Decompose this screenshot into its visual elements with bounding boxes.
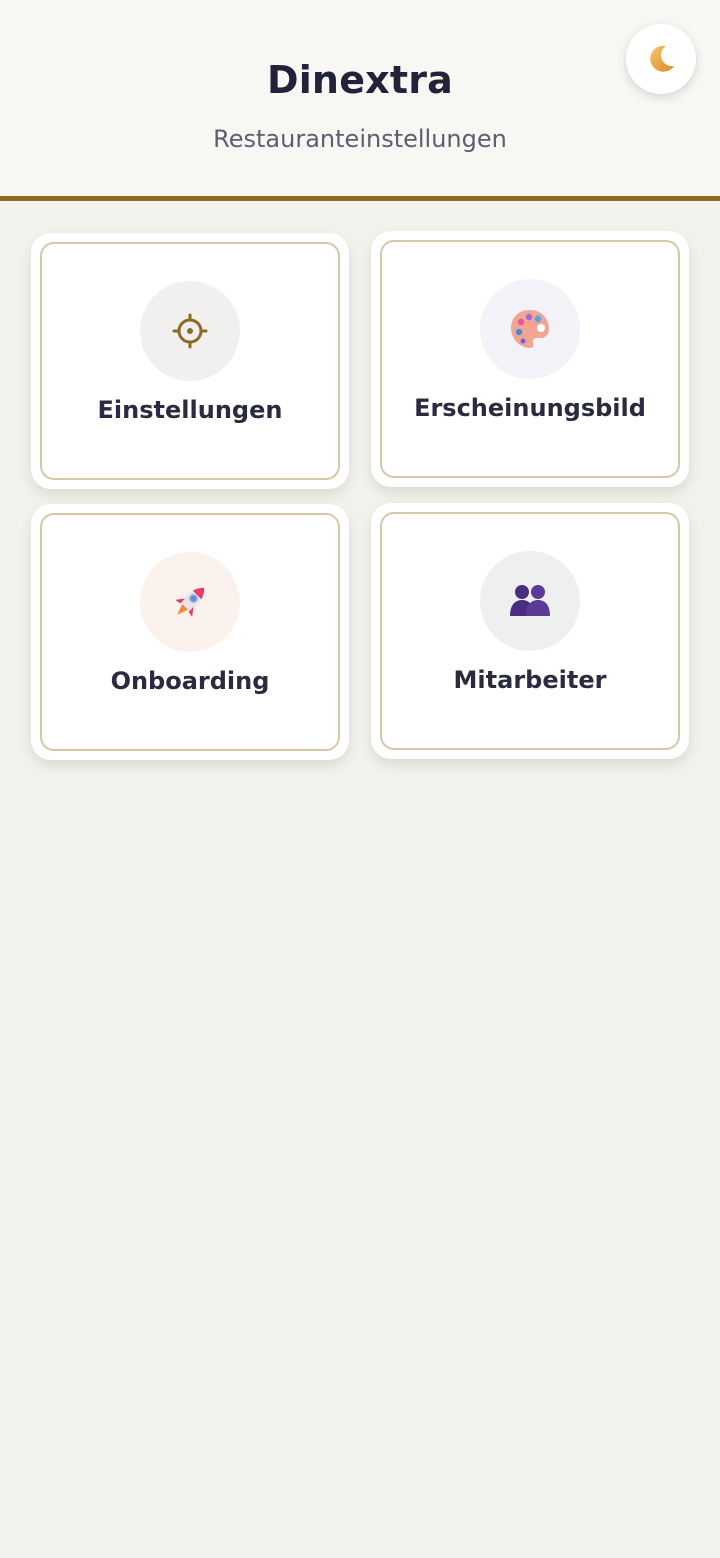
card-label: Mitarbeiter xyxy=(453,666,607,694)
palette-icon xyxy=(480,279,580,379)
app-header: Dinextra Restauranteinstellungen xyxy=(0,0,720,196)
app-title: Dinextra xyxy=(266,58,454,102)
appearance-card[interactable]: Erscheinungsbild xyxy=(371,231,689,487)
header-divider xyxy=(0,196,720,201)
card-label: Erscheinungsbild xyxy=(414,394,646,422)
theme-toggle-button[interactable] xyxy=(626,24,696,94)
staff-card[interactable]: Mitarbeiter xyxy=(371,503,689,759)
onboarding-card[interactable]: Onboarding xyxy=(31,504,349,760)
moon-icon xyxy=(650,45,674,72)
settings-card[interactable]: Einstellungen xyxy=(31,233,349,489)
rocket-icon xyxy=(140,552,240,652)
card-label: Onboarding xyxy=(110,667,270,695)
gear-icon xyxy=(140,281,240,381)
page-subtitle: Restauranteinstellungen xyxy=(213,125,507,153)
card-label: Einstellungen xyxy=(97,396,283,424)
users-icon xyxy=(480,551,580,651)
